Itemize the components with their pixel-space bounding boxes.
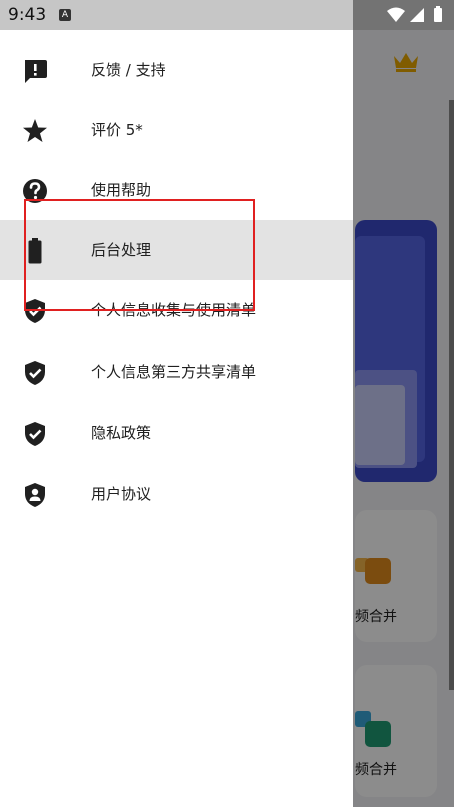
highlight-annotation-box [24,199,255,311]
system-status-icons [387,6,442,22]
notification-a-icon: A [59,9,71,21]
shield-check-icon [25,361,45,385]
menu-label: 评价 5* [91,121,143,139]
shield-user-icon [25,483,45,507]
signal-icon [410,8,424,22]
menu-label: 个人信息第三方共享清单 [91,363,257,381]
menu-item-rate[interactable]: 评价 5* [0,100,353,160]
wifi-icon [387,7,405,22]
menu-item-third-party-sharing[interactable]: 个人信息第三方共享清单 [0,342,353,402]
status-time: 9:43 [8,5,47,25]
shield-check-icon [25,422,45,446]
battery-status-icon [434,8,442,22]
menu-item-user-agreement[interactable]: 用户协议 [0,464,353,524]
star-icon [23,119,47,142]
menu-label: 用户协议 [91,485,152,503]
menu-item-privacy-policy[interactable]: 隐私政策 [0,403,353,463]
status-bar: 9:43 A [0,0,454,30]
menu-item-feedback[interactable]: 反馈 / 支持 [0,40,353,100]
menu-label: 隐私政策 [91,424,152,442]
navigation-drawer: 反馈 / 支持 评价 5* 使用帮助 后台处理 个人信息收集与使用清单 个人信息… [0,30,353,807]
feedback-icon [25,60,47,83]
menu-label: 反馈 / 支持 [91,61,166,79]
